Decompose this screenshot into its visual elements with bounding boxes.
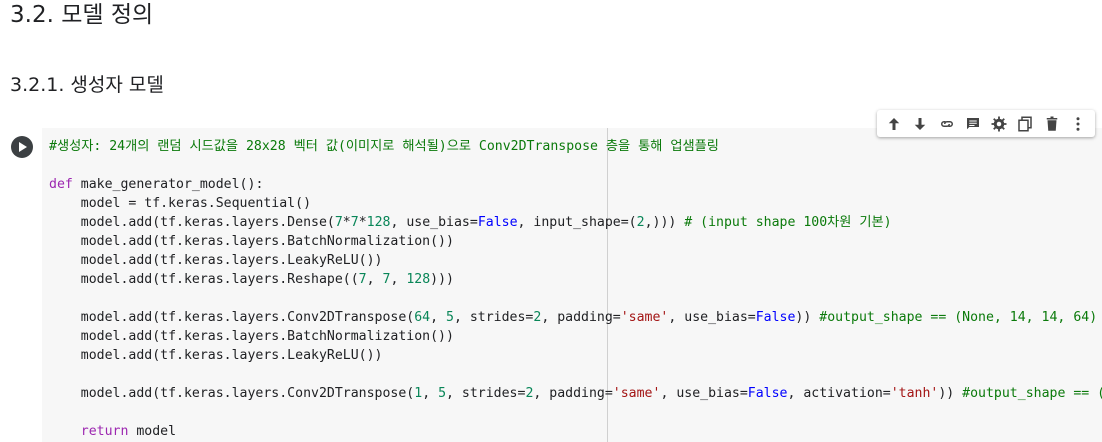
code-token-plain: model.add(tf.keras.layers.BatchNormaliza… — [49, 234, 454, 249]
code-token-comment: #output_shape == (None, 28, 28, 1) — [962, 386, 1102, 401]
link-icon — [940, 120, 953, 127]
code-token-num: 64 — [414, 310, 431, 325]
code-token-plain: model.add(tf.keras.layers.LeakyReLU()) — [49, 253, 383, 268]
code-token-plain: model — [128, 424, 177, 439]
section-heading: 3.2. 모델 정의 — [10, 2, 154, 28]
code-token-plain: , use_bias= — [668, 310, 756, 325]
code-token-plain: model.add(tf.keras.layers.LeakyReLU()) — [49, 348, 383, 363]
code-token-num: 5 — [446, 310, 454, 325]
code-token-comment: #output_shape == (None, 14, 14, 64) — [819, 310, 1098, 325]
code-token-plain: * — [342, 215, 351, 230]
delete-button[interactable] — [1039, 112, 1065, 136]
code-token-num: 1 — [414, 386, 423, 401]
code-token-plain: model.add(tf.keras.layers.Conv2DTranspos… — [49, 310, 415, 325]
code-token-plain: , — [366, 272, 383, 287]
code-token-comment: #생성자: 24개의 랜덤 시드값을 28x28 벡터 값(이미지로 해석될)으… — [49, 139, 719, 154]
code-token-plain: model = tf.keras.Sequential() — [49, 196, 312, 211]
code-token-plain: , strides= — [453, 310, 534, 325]
code-token-plain: )) — [795, 310, 820, 325]
move-down-button[interactable] — [907, 112, 933, 136]
code-token-plain: ,))) — [644, 215, 685, 230]
code-token-plain: , strides= — [446, 386, 526, 401]
code-token-num: 2 — [636, 215, 645, 230]
code-token-num: 128 — [406, 272, 431, 287]
code-token-plain: , padding= — [541, 310, 621, 325]
code-token-plain: , activation= — [787, 386, 891, 401]
code-token-plain: , use_bias= — [390, 215, 478, 230]
code-token-plain: , — [430, 310, 447, 325]
comment-button[interactable] — [960, 112, 986, 136]
code-line: model.add(tf.keras.layers.LeakyReLU()) — [49, 251, 1102, 270]
code-token-plain: model.add(tf.keras.layers.BatchNormaliza… — [49, 329, 454, 344]
code-token-str: 'same' — [612, 386, 661, 401]
more-button[interactable] — [1065, 112, 1091, 136]
arrow-down-icon — [915, 117, 926, 130]
link-button[interactable] — [934, 112, 960, 136]
code-text[interactable]: #생성자: 24개의 랜덤 시드값을 28x28 벡터 값(이미지로 해석될)으… — [49, 137, 1102, 441]
subsection-heading: 3.2.1. 생성자 모델 — [10, 74, 164, 96]
code-line: return model — [49, 422, 1102, 441]
code-token-num: 7 — [350, 215, 359, 230]
code-token-kw: return — [80, 424, 129, 439]
code-line: model.add(tf.keras.layers.Conv2DTranspos… — [49, 308, 1102, 327]
comment-icon — [966, 117, 979, 129]
trash-icon — [1046, 116, 1057, 131]
code-line: model.add(tf.keras.layers.BatchNormaliza… — [49, 327, 1102, 346]
code-editor[interactable]: #생성자: 24개의 랜덤 시드값을 28x28 벡터 값(이미지로 해석될)으… — [42, 128, 1102, 442]
code-line: model.add(tf.keras.layers.Reshape((7, 7,… — [49, 270, 1102, 289]
code-token-num: 7 — [334, 215, 343, 230]
code-token-str: 'tanh' — [890, 386, 939, 401]
code-token-plain: , padding= — [533, 386, 613, 401]
code-token-plain: , use_bias= — [660, 386, 748, 401]
code-token-lit: False — [747, 386, 788, 401]
cell-gutter — [0, 128, 42, 442]
code-token-plain: model.add(tf.keras.layers.Dense( — [49, 215, 335, 230]
gear-icon — [991, 116, 1007, 131]
cell-toolbar — [877, 110, 1095, 137]
code-token-kw: def — [49, 177, 73, 192]
code-token-num: 7 — [358, 272, 367, 287]
code-token-lit: False — [477, 215, 518, 230]
code-token-plain: * — [358, 215, 367, 230]
code-token-plain: , input_shape=( — [517, 215, 637, 230]
code-token-num: 128 — [366, 215, 391, 230]
more-vert-icon — [1076, 116, 1080, 131]
play-icon — [19, 142, 27, 152]
code-token-plain: , — [422, 386, 439, 401]
code-line: model.add(tf.keras.layers.Dense(7*7*128,… — [49, 213, 1102, 232]
code-token-str: 'same' — [620, 310, 669, 325]
code-token-num: 5 — [438, 386, 447, 401]
code-token-lit: False — [755, 310, 796, 325]
code-line: def make_generator_model(): — [49, 175, 1102, 194]
settings-button[interactable] — [986, 112, 1012, 136]
run-cell-button[interactable] — [11, 136, 33, 158]
move-up-button[interactable] — [881, 112, 907, 136]
code-line: model.add(tf.keras.layers.BatchNormaliza… — [49, 232, 1102, 251]
code-line: model.add(tf.keras.layers.LeakyReLU()) — [49, 346, 1102, 365]
arrow-up-icon — [888, 117, 900, 130]
code-cell: #생성자: 24개의 랜덤 시드값을 28x28 벡터 값(이미지로 해석될)으… — [0, 128, 1102, 442]
mirror-cell-icon — [1018, 116, 1033, 131]
code-token-plain: model.add(tf.keras.layers.Conv2DTranspos… — [49, 386, 415, 401]
code-token-plain: )) — [938, 386, 963, 401]
code-line: model.add(tf.keras.layers.Conv2DTranspos… — [49, 384, 1102, 403]
code-token-plain: model.add(tf.keras.layers.Reshape(( — [49, 272, 359, 287]
code-token-comment: # (input shape 100차원 기본) — [684, 215, 892, 230]
mirror-cell-button[interactable] — [1012, 112, 1038, 136]
code-token-plain: , — [390, 272, 407, 287]
code-line: model = tf.keras.Sequential() — [49, 194, 1102, 213]
code-line: #생성자: 24개의 랜덤 시드값을 28x28 벡터 값(이미지로 해석될)으… — [49, 137, 1102, 156]
code-token-plain: make_generator_model(): — [72, 177, 264, 192]
code-token-plain: ))) — [430, 272, 454, 287]
